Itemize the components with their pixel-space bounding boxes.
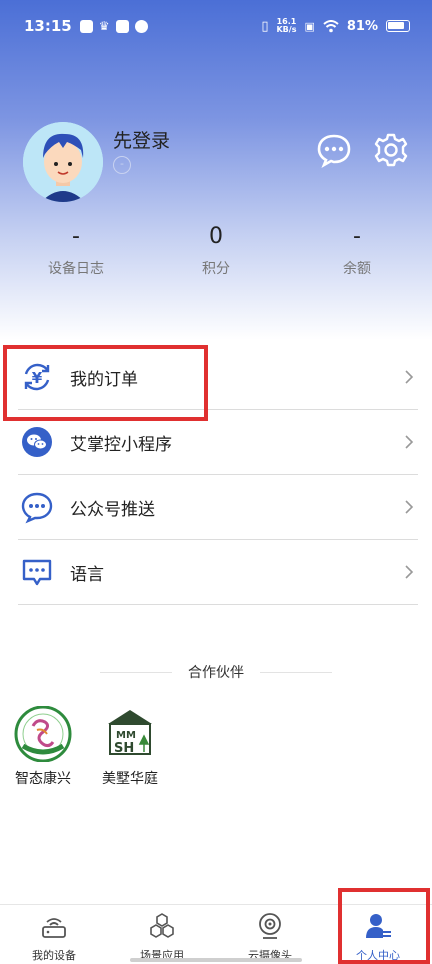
divider — [260, 671, 332, 673]
stat-device-log[interactable]: - 设备日志 — [16, 222, 136, 278]
crown-icon: ♛ — [98, 19, 110, 33]
battery-percent: 81% — [346, 18, 378, 34]
login-prompt[interactable]: 先登录 — [113, 126, 170, 153]
sim-icon: ▣ — [304, 19, 315, 33]
chevron-right-icon — [405, 435, 414, 449]
app-icon — [115, 19, 129, 33]
menu-item-official-push[interactable]: 公众号推送 — [18, 475, 418, 540]
net-speed-unit: KB/s — [276, 25, 297, 34]
svg-text:MM: MM — [116, 730, 136, 741]
tab-scene-apps[interactable]: 场景应用 — [108, 905, 216, 964]
stats-row: - 设备日志 0 积分 - 余额 — [0, 222, 432, 282]
avatar[interactable] — [23, 122, 103, 202]
highlight-box-orders — [3, 345, 208, 421]
tab-cloud-camera[interactable]: 云摄像头 — [216, 905, 324, 964]
stat-value: 0 — [209, 224, 223, 249]
avatar-illustration — [23, 122, 103, 202]
net-speed: 16.1 KB/s — [276, 18, 296, 34]
wechat-icon — [20, 425, 54, 459]
stat-balance[interactable]: - 余额 — [297, 222, 417, 278]
chat-bubble-icon — [20, 490, 54, 524]
meishu-huating-logo: MM SH — [108, 710, 152, 756]
svg-text:SH: SH — [114, 741, 134, 756]
highlight-box-personal-center — [338, 888, 430, 964]
partners-header: 合作伙伴 — [100, 660, 332, 684]
tab-label: 我的设备 — [32, 949, 76, 962]
app-icon-2 — [134, 19, 148, 33]
partner-meishu-huating[interactable]: MM SH 美墅华庭 — [95, 706, 165, 788]
router-icon — [42, 918, 66, 938]
message-bubble-icon[interactable] — [316, 132, 352, 168]
tab-my-devices[interactable]: 我的设备 — [0, 905, 108, 964]
stat-label: 设备日志 — [48, 261, 104, 277]
chevron-right-icon — [405, 370, 414, 384]
settings-gear-icon[interactable] — [373, 132, 409, 168]
chevron-right-icon — [405, 500, 414, 514]
status-time: 13:15 — [24, 17, 72, 35]
status-bar: 13:15 ♛ ▯ 16.1 KB/s ▣ 81% — [0, 0, 432, 52]
partner-name: 智态康兴 — [15, 771, 71, 787]
zhitai-kangxing-logo — [14, 705, 72, 763]
wifi-icon — [323, 19, 339, 32]
menu-label: 公众号推送 — [70, 499, 155, 520]
notification-icons: ♛ — [79, 19, 148, 33]
tiktok-icon — [79, 19, 93, 33]
partner-zhitai-kangxing[interactable]: 智态康兴 — [8, 705, 78, 788]
profile-section[interactable] — [23, 122, 103, 202]
status-right: ▯ 16.1 KB/s ▣ 81% — [261, 18, 410, 34]
menu-item-language[interactable]: 语言 — [18, 540, 418, 605]
stat-label: 积分 — [202, 261, 230, 277]
camera-icon — [259, 913, 281, 939]
battery-icon — [386, 20, 410, 32]
home-indicator — [130, 958, 302, 962]
user-level-badge: - — [113, 156, 131, 174]
menu-label: 艾掌控小程序 — [70, 434, 172, 455]
hexagons-icon — [150, 913, 174, 938]
stat-label: 余额 — [343, 261, 371, 277]
message-icon — [20, 555, 54, 589]
chevron-right-icon — [405, 565, 414, 579]
stat-value: - — [72, 224, 80, 249]
vibrate-icon: ▯ — [261, 18, 269, 34]
stat-value: - — [353, 224, 361, 249]
partners-title: 合作伙伴 — [188, 665, 244, 681]
partner-name: 美墅华庭 — [102, 771, 158, 787]
stat-points[interactable]: 0 积分 — [156, 222, 276, 278]
menu-label: 语言 — [70, 564, 104, 585]
divider — [100, 671, 172, 673]
